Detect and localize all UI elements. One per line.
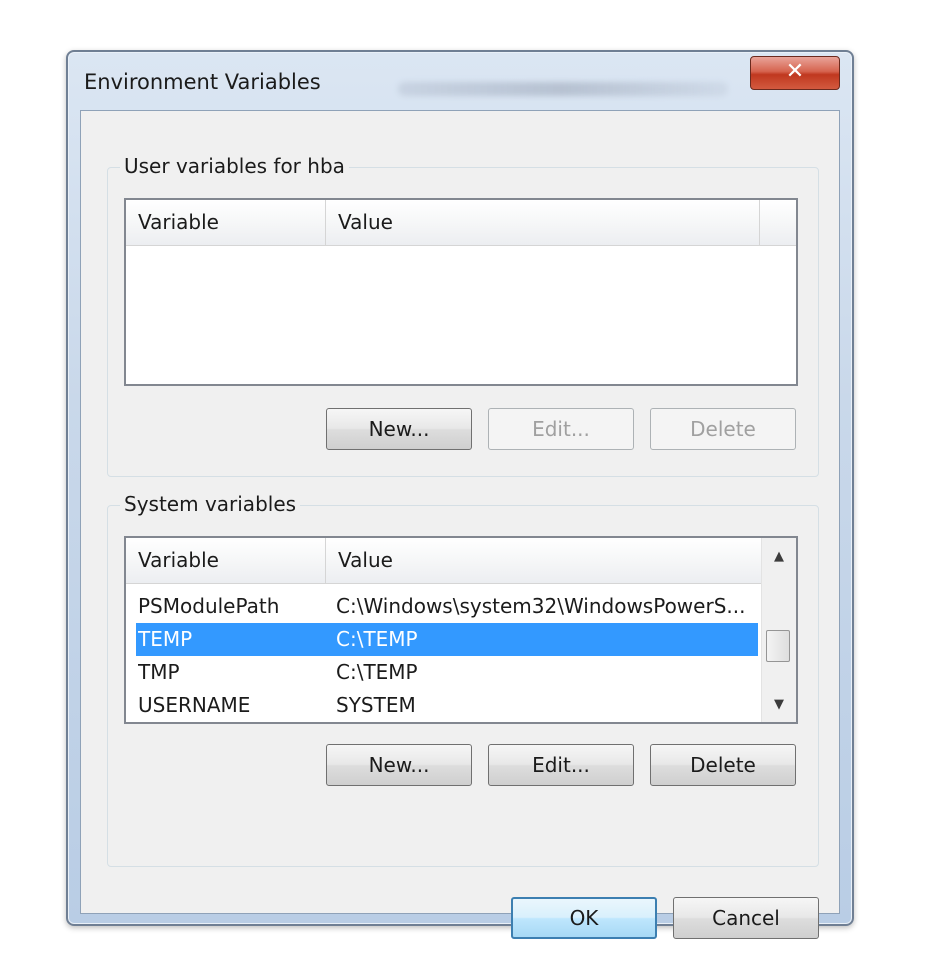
scroll-thumb[interactable] bbox=[766, 630, 790, 662]
column-header-value[interactable]: Value bbox=[326, 538, 762, 583]
system-new-button[interactable]: New... bbox=[326, 744, 472, 786]
variable-value: C:\TEMP bbox=[336, 627, 418, 651]
variable-value: C:\Windows\system32\WindowsPowerS... bbox=[336, 594, 746, 618]
vertical-scrollbar[interactable]: ▲ ▼ bbox=[761, 538, 796, 722]
close-button[interactable]: ✕ bbox=[750, 56, 840, 90]
variable-name: PSModulePath bbox=[138, 594, 280, 618]
system-variables-group: System variables Variable Value PSModule… bbox=[107, 492, 819, 867]
column-header-variable[interactable]: Variable bbox=[126, 538, 326, 583]
user-new-button[interactable]: New... bbox=[326, 408, 472, 450]
scroll-down-arrow-icon[interactable]: ▼ bbox=[762, 690, 796, 720]
system-edit-button[interactable]: Edit... bbox=[488, 744, 634, 786]
column-header-variable[interactable]: Variable bbox=[126, 200, 326, 245]
list-item[interactable]: USERNAME SYSTEM bbox=[136, 689, 758, 722]
scroll-up-arrow-icon[interactable]: ▲ bbox=[762, 542, 796, 572]
system-variables-list-header: Variable Value bbox=[126, 538, 762, 584]
user-variables-list[interactable]: Variable Value bbox=[124, 198, 798, 386]
close-icon: ✕ bbox=[785, 59, 805, 84]
variable-name: TEMP bbox=[138, 627, 193, 651]
user-variables-group: User variables for hba Variable Value Ne… bbox=[107, 154, 819, 477]
dialog-client-area: User variables for hba Variable Value Ne… bbox=[80, 110, 840, 939]
list-item-selected[interactable]: TEMP C:\TEMP bbox=[136, 623, 758, 656]
system-variables-label: System variables bbox=[120, 492, 301, 516]
variable-value: SYSTEM bbox=[336, 693, 416, 717]
system-variables-list[interactable]: Variable Value PSModulePath C:\Windows\s… bbox=[124, 536, 798, 724]
user-variables-label: User variables for hba bbox=[120, 154, 349, 178]
variable-value: C:\TEMP bbox=[336, 660, 418, 684]
variable-name: USERNAME bbox=[138, 693, 251, 717]
title-bar[interactable]: Environment Variables ✕ bbox=[68, 52, 852, 110]
list-item[interactable]: PSModulePath C:\Windows\system32\Windows… bbox=[136, 590, 758, 623]
system-delete-button[interactable]: Delete bbox=[650, 744, 796, 786]
environment-variables-window: Environment Variables ✕ User variables f… bbox=[66, 50, 854, 939]
cancel-button[interactable]: Cancel bbox=[673, 897, 819, 939]
user-variables-list-header: Variable Value bbox=[126, 200, 796, 246]
title-bar-background-blur bbox=[398, 82, 728, 96]
list-item[interactable]: TMP C:\TEMP bbox=[136, 656, 758, 689]
variable-name: TMP bbox=[138, 660, 180, 684]
column-header-value[interactable]: Value bbox=[326, 200, 760, 245]
user-delete-button[interactable]: Delete bbox=[650, 408, 796, 450]
column-header-filler bbox=[760, 200, 796, 245]
user-edit-button[interactable]: Edit... bbox=[488, 408, 634, 450]
window-title: Environment Variables bbox=[84, 70, 321, 94]
ok-button[interactable]: OK bbox=[511, 897, 657, 939]
